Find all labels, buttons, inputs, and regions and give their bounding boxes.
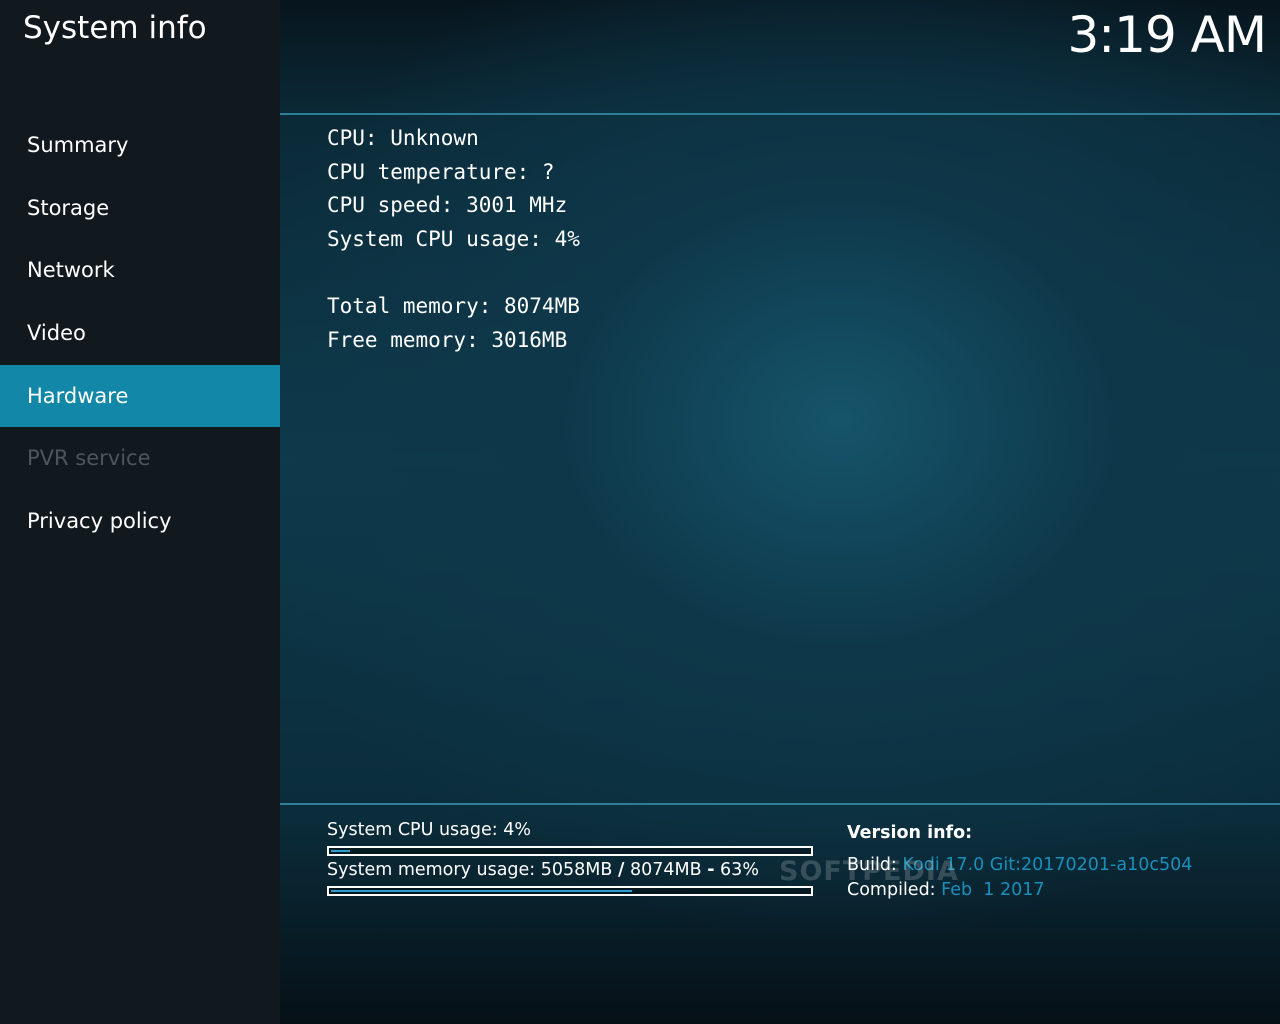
window-title: System info xyxy=(23,10,207,46)
hardware-info-list: CPU: Unknown CPU temperature: ? CPU spee… xyxy=(327,122,580,357)
header-divider xyxy=(280,113,1280,115)
free-memory: Free memory: 3016MB xyxy=(327,327,568,352)
memory-usage-bar-fill xyxy=(331,890,632,892)
menu-item-video[interactable]: Video xyxy=(0,302,280,365)
memory-usage-total: 8074MB xyxy=(629,860,702,880)
menu-item-network[interactable]: Network xyxy=(0,239,280,302)
memory-usage-percent: 63% xyxy=(720,860,759,880)
cpu-speed: CPU speed: 3001 MHz xyxy=(327,193,568,218)
total-memory: Total memory: 8074MB xyxy=(327,293,580,318)
cpu-usage-label: System CPU usage: 4% xyxy=(327,820,531,840)
memory-usage-dash: - xyxy=(707,860,715,880)
category-menu: Summary Storage Network Video Hardware P… xyxy=(0,114,280,553)
memory-usage-prefix: System memory usage: 5058MB xyxy=(327,860,613,880)
cpu-model: CPU: Unknown xyxy=(327,126,479,150)
memory-usage-slash: / xyxy=(618,860,625,880)
cpu-usage-bar-fill xyxy=(331,850,350,852)
memory-usage-bar xyxy=(327,886,813,896)
menu-item-pvr-service: PVR service xyxy=(27,446,151,471)
clock: 3:19 AM xyxy=(1067,6,1267,64)
softpedia-watermark: SOFTPEDIA xyxy=(779,856,959,887)
cpu-usage: System CPU usage: 4% xyxy=(327,226,580,251)
version-info-title: Version info: xyxy=(847,823,973,843)
menu-item-storage[interactable]: Storage xyxy=(0,177,280,240)
sidebar: System info Summary Storage Network Vide… xyxy=(0,0,280,1024)
app-window: System info Summary Storage Network Vide… xyxy=(0,0,1280,1024)
cpu-temperature: CPU temperature: ? xyxy=(327,159,555,184)
footer-divider xyxy=(280,803,1280,805)
cpu-usage-bar xyxy=(327,846,813,856)
menu-item-hardware[interactable]: Hardware xyxy=(0,364,280,428)
menu-item-privacy-policy[interactable]: Privacy policy xyxy=(0,490,280,553)
memory-usage-label: System memory usage: 5058MB / 8074MB - 6… xyxy=(327,860,759,880)
menu-item-summary[interactable]: Summary xyxy=(0,114,280,177)
